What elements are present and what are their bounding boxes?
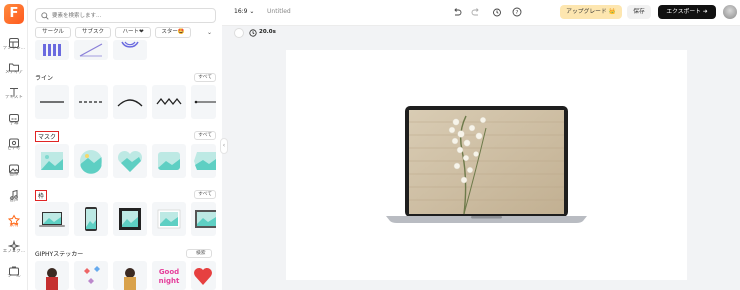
search-input[interactable] [52,10,212,21]
shape-thumb[interactable] [113,40,147,60]
tools-icon [0,262,28,276]
timer-icon[interactable] [492,7,502,17]
clock-icon [249,29,257,37]
giphy-sticker-thumb[interactable] [191,261,216,290]
crown-icon: 👑 [608,9,616,15]
canvas-toolbar: 20.0s [222,26,740,40]
elements-panel: サークル サブスク ハート❤ スター🤩 ⌄ ライン すべて マスク すべて [28,0,222,290]
rail-item-tools[interactable]: ツール [0,262,28,280]
giphy-sticker-thumb[interactable] [74,261,108,290]
rail-item-image[interactable]: 画像 [0,160,28,178]
line-dashed-thumb[interactable] [74,85,108,119]
app-logo[interactable]: F [4,4,24,24]
frame-film-thumb[interactable] [113,202,147,236]
media-icon [0,58,28,72]
line-wave-thumb[interactable] [152,85,186,119]
arrow-right-icon: ➜ [702,9,708,15]
frame-phone-thumb[interactable] [74,202,108,236]
rail-item-effects[interactable]: エフェク… [0,237,28,255]
aspect-ratio-selector[interactable]: 16:9 ⌄ [234,8,254,15]
elements-icon [0,211,28,226]
chip-star[interactable]: スター🤩 [155,27,191,38]
mask-rounded-thumb[interactable] [152,144,186,178]
shape-thumb[interactable] [35,40,69,60]
chip-subscribe[interactable]: サブスク [75,27,111,38]
help-icon[interactable]: ? [512,7,522,17]
mask-hex-thumb[interactable] [191,144,216,178]
see-all-frame-button[interactable]: すべて [194,190,216,199]
rail-item-audio[interactable]: 音声 [0,186,28,204]
chevron-down-icon: ⌄ [249,8,255,15]
top-bar: 16:9 ⌄ Untitled ? アップグレード 👑 保存 エクスポート ➜ [222,0,740,26]
avatar[interactable] [723,5,737,19]
background-color-icon[interactable] [234,28,244,38]
rail-item-video[interactable]: ビデオ [0,134,28,152]
search-icon [41,12,49,20]
line-dot-thumb[interactable] [191,85,216,119]
rail-item-subtitle[interactable]: 字幕 [0,109,28,127]
rail-item-template[interactable]: テンプレ… [0,34,28,52]
section-title-line: ライン [35,75,54,82]
mask-heart-thumb[interactable] [113,144,147,178]
svg-text:Good: Good [159,268,179,276]
scene-duration[interactable]: 20.0s [259,29,276,35]
section-title-mask: マスク [35,131,60,142]
see-all-line-button[interactable]: すべて [194,73,216,82]
rail-item-media[interactable]: メディア [0,58,28,76]
giphy-sticker-thumb[interactable]: Good night [152,261,186,290]
giphy-search-button[interactable]: 検索 [186,249,212,258]
chip-circle[interactable]: サークル [35,27,71,38]
export-button[interactable]: エクスポート ➜ [658,5,716,19]
search-box[interactable] [35,8,216,23]
redo-icon[interactable] [471,7,481,17]
left-rail: F テンプレ… メディア テキスト 字幕 ビデオ 画像 音声 素材 エフェク… … [0,0,28,290]
frame-window-thumb[interactable] [191,202,216,236]
see-all-mask-button[interactable]: すべて [194,131,216,140]
frame-photo-thumb[interactable] [152,202,186,236]
line-solid-thumb[interactable] [35,85,69,119]
effects-icon [0,237,28,253]
section-title-frame: 枠 [35,190,48,201]
mask-rect-thumb[interactable] [35,144,69,178]
document-title[interactable]: Untitled [267,8,291,15]
line-arc-thumb[interactable] [113,85,147,119]
mask-circle-thumb[interactable] [74,144,108,178]
shape-thumb[interactable] [74,40,108,60]
save-button[interactable]: 保存 [627,5,651,19]
laptop-frame-with-flowers[interactable] [286,50,687,280]
chevron-down-icon[interactable]: ⌄ [207,29,212,36]
category-chips: サークル サブスク ハート❤ スター🤩 ⌄ [35,27,216,38]
image-icon [0,160,28,174]
undo-icon[interactable] [452,7,462,17]
template-icon [0,34,28,48]
giphy-sticker-thumb[interactable] [35,261,69,290]
section-title-giphy: GIPHYステッカー [35,251,84,258]
text-icon [0,83,28,97]
video-icon [0,134,28,148]
svg-text:night: night [159,277,180,285]
audio-icon [0,186,28,200]
frame-laptop-thumb[interactable] [35,202,69,236]
rail-item-elements[interactable]: 素材 [0,211,28,229]
subtitle-icon [0,109,28,122]
chip-heart[interactable]: ハート❤ [115,27,151,38]
giphy-sticker-thumb[interactable] [113,261,147,290]
svg-text:?: ? [516,10,519,16]
rail-item-text[interactable]: テキスト [0,83,28,101]
panel-collapse-handle[interactable]: ‹ [220,138,228,154]
editor-canvas[interactable] [286,50,687,280]
upgrade-button[interactable]: アップグレード 👑 [560,5,622,19]
